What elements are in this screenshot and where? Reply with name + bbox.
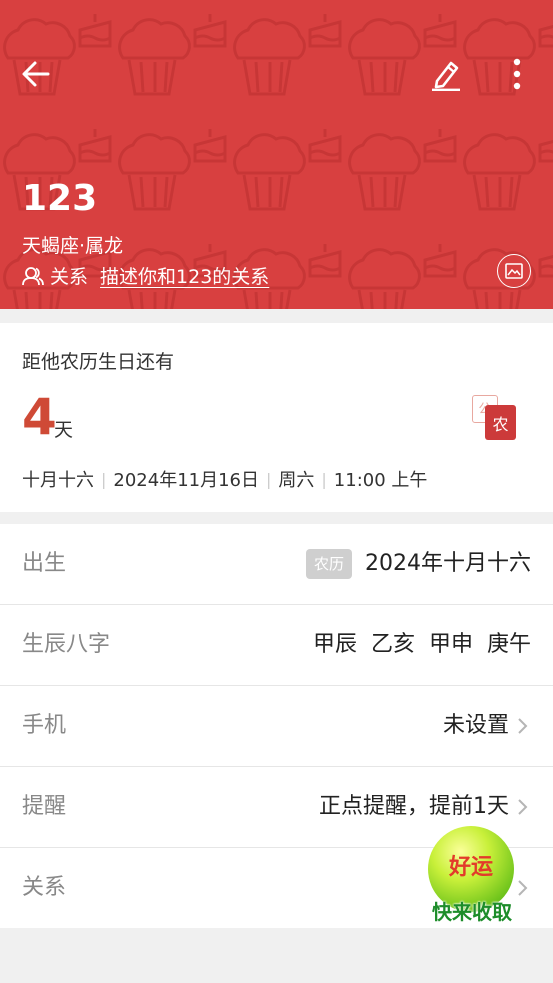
countdown-days: 4 xyxy=(22,388,57,446)
contact-name: 123 xyxy=(22,178,98,219)
weekday: 周六 xyxy=(278,470,315,491)
bazi-hour: 庚午 xyxy=(486,632,531,657)
solar-date: 2024年11月16日 xyxy=(113,470,260,491)
lunar-date: 十月十六 xyxy=(22,470,94,491)
phone-label: 手机 xyxy=(22,713,67,738)
good-luck-floating-button[interactable]: 好运 快来收取 xyxy=(426,826,518,926)
profile-header: 123 天蝎座·属龙 关系 描述你和123的关系 xyxy=(0,0,553,309)
birth-value-group: 农历 2024年十月十六 xyxy=(305,524,531,604)
change-background-button[interactable] xyxy=(497,254,531,288)
describe-relation-link[interactable]: 描述你和123的关系 xyxy=(100,262,269,289)
more-options-button[interactable] xyxy=(494,48,540,100)
collect-now-caption: 快来收取 xyxy=(432,900,512,924)
birth-time: 11:00 上午 xyxy=(333,470,428,491)
image-icon xyxy=(505,263,523,279)
back-button[interactable] xyxy=(10,48,62,100)
reminder-label: 提醒 xyxy=(22,794,67,819)
relation-row: 关系 描述你和123的关系 xyxy=(22,262,269,289)
chevron-right-icon xyxy=(518,718,528,734)
chevron-right-icon xyxy=(518,799,528,815)
divider: | xyxy=(321,469,327,489)
bazi-values: 甲辰 乙亥 甲申 庚午 xyxy=(299,605,531,685)
lunar-badge: 农历 xyxy=(305,549,352,579)
lunar-calendar-toggle[interactable]: 农 xyxy=(485,405,516,440)
bazi-label: 生辰八字 xyxy=(22,632,111,657)
birth-label: 出生 xyxy=(22,551,67,576)
good-luck-text: 好运 xyxy=(448,855,493,880)
phone-row[interactable]: 手机 未设置 xyxy=(0,686,553,767)
people-icon xyxy=(22,266,44,285)
phone-value: 未设置 xyxy=(442,713,509,738)
birthday-countdown-card: 距他农历生日还有 4 天 公 农 十月十六 | 2024年11月16日 | 周六… xyxy=(0,323,553,512)
divider: | xyxy=(101,469,107,489)
bazi-year: 甲辰 xyxy=(312,632,357,657)
more-vertical-icon xyxy=(513,58,521,90)
countdown-unit: 天 xyxy=(54,419,74,441)
relation-setting-label: 关系 xyxy=(22,875,67,900)
pencil-icon xyxy=(432,61,460,91)
relation-label: 关系 xyxy=(50,266,89,288)
arrow-left-icon xyxy=(22,61,50,87)
countdown-label: 距他农历生日还有 xyxy=(22,351,175,373)
birth-row[interactable]: 出生 农历 2024年十月十六 xyxy=(0,524,553,605)
bazi-day: 甲申 xyxy=(428,632,473,657)
bazi-month: 乙亥 xyxy=(370,632,415,657)
zodiac-info: 天蝎座·属龙 xyxy=(22,235,124,257)
birthday-date-line: 十月十六 | 2024年11月16日 | 周六 | 11:00 上午 xyxy=(22,466,427,492)
birth-value: 2024年十月十六 xyxy=(365,551,531,576)
divider: | xyxy=(266,469,272,489)
edit-button[interactable] xyxy=(420,48,472,100)
bazi-row: 生辰八字 甲辰 乙亥 甲申 庚午 xyxy=(0,605,553,686)
